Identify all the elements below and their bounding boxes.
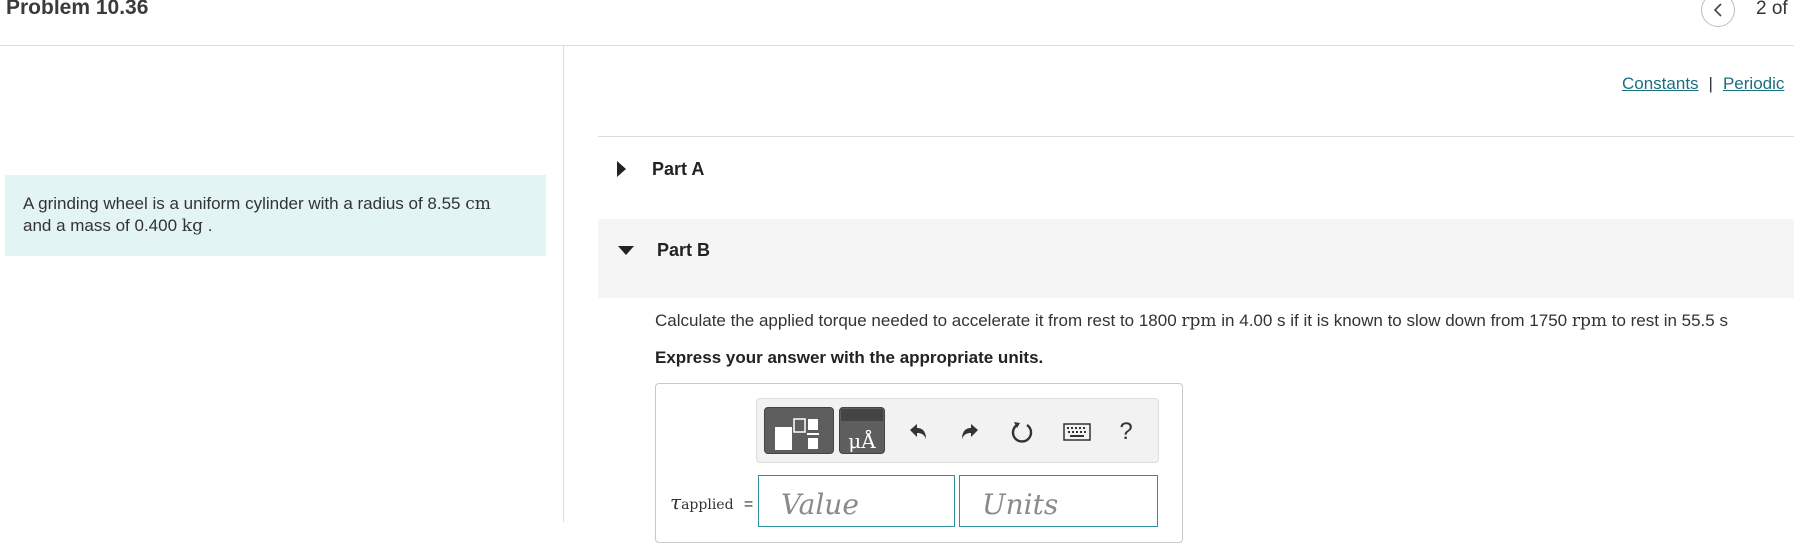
unit-rpm: rpm [1181,311,1217,331]
units-button-label: μÅ [848,428,876,453]
problem-text: A grinding wheel is a uniform cylinder w… [23,194,461,213]
part-a-header[interactable]: Part A [598,150,1794,190]
chevron-left-icon [1713,3,1722,17]
value-input[interactable] [758,475,955,527]
math-toolbar: μÅ ? [756,398,1159,463]
periodic-table-link[interactable]: Periodic [1723,74,1784,93]
question-segment: Calculate the applied torque needed to a… [655,311,1177,330]
keyboard-button[interactable] [1060,415,1094,449]
caret-right-icon [617,161,626,177]
question-text: Calculate the applied torque needed to a… [655,311,1728,331]
unit-kg: kg [181,216,203,236]
keyboard-icon [1063,423,1091,441]
resource-links: Constants | Periodic [1622,74,1784,94]
help-button[interactable]: ? [1109,415,1143,449]
undo-icon [910,424,926,439]
problem-text: . [207,216,213,235]
top-bar: Problem 10.36 2 of [0,0,1794,46]
tau-applied-label: τapplied = [670,490,753,514]
units-button[interactable]: μÅ [839,407,885,454]
part-a-label: Part A [652,159,705,179]
reset-icon [1011,422,1033,443]
problem-statement: A grinding wheel is a uniform cylinder w… [5,175,546,256]
units-icon: μÅ [841,409,883,453]
panel-divider [563,46,564,522]
page-counter: 2 of [1756,0,1788,19]
undo-button[interactable] [901,415,935,449]
unit-rpm: rpm [1571,311,1607,331]
reset-button[interactable] [1005,415,1039,449]
problem-text: and a mass of 0.400 [23,216,178,235]
question-segment: in 4.00 s if it is known to slow down fr… [1221,311,1568,330]
unit-cm: cm [465,194,491,214]
caret-down-icon [618,246,634,255]
templates-icon [775,418,819,450]
part-b-header[interactable]: Part B [598,219,1794,298]
previous-button[interactable] [1701,0,1735,27]
redo-button[interactable] [953,415,987,449]
answer-instruction: Express your answer with the appropriate… [655,348,1044,367]
constants-link[interactable]: Constants [1622,74,1699,93]
redo-icon [962,424,978,439]
equals-sign: = [743,496,754,513]
section-divider [598,136,1794,137]
templates-button[interactable] [764,407,834,454]
variable-subscript: applied [681,497,734,513]
units-input[interactable] [959,475,1158,527]
problem-title: Problem 10.36 [6,0,149,19]
variable-symbol: τ [670,490,682,514]
part-b-label: Part B [657,240,711,260]
link-separator: | [1708,74,1713,93]
question-segment: to rest in 55.5 s [1611,311,1728,330]
